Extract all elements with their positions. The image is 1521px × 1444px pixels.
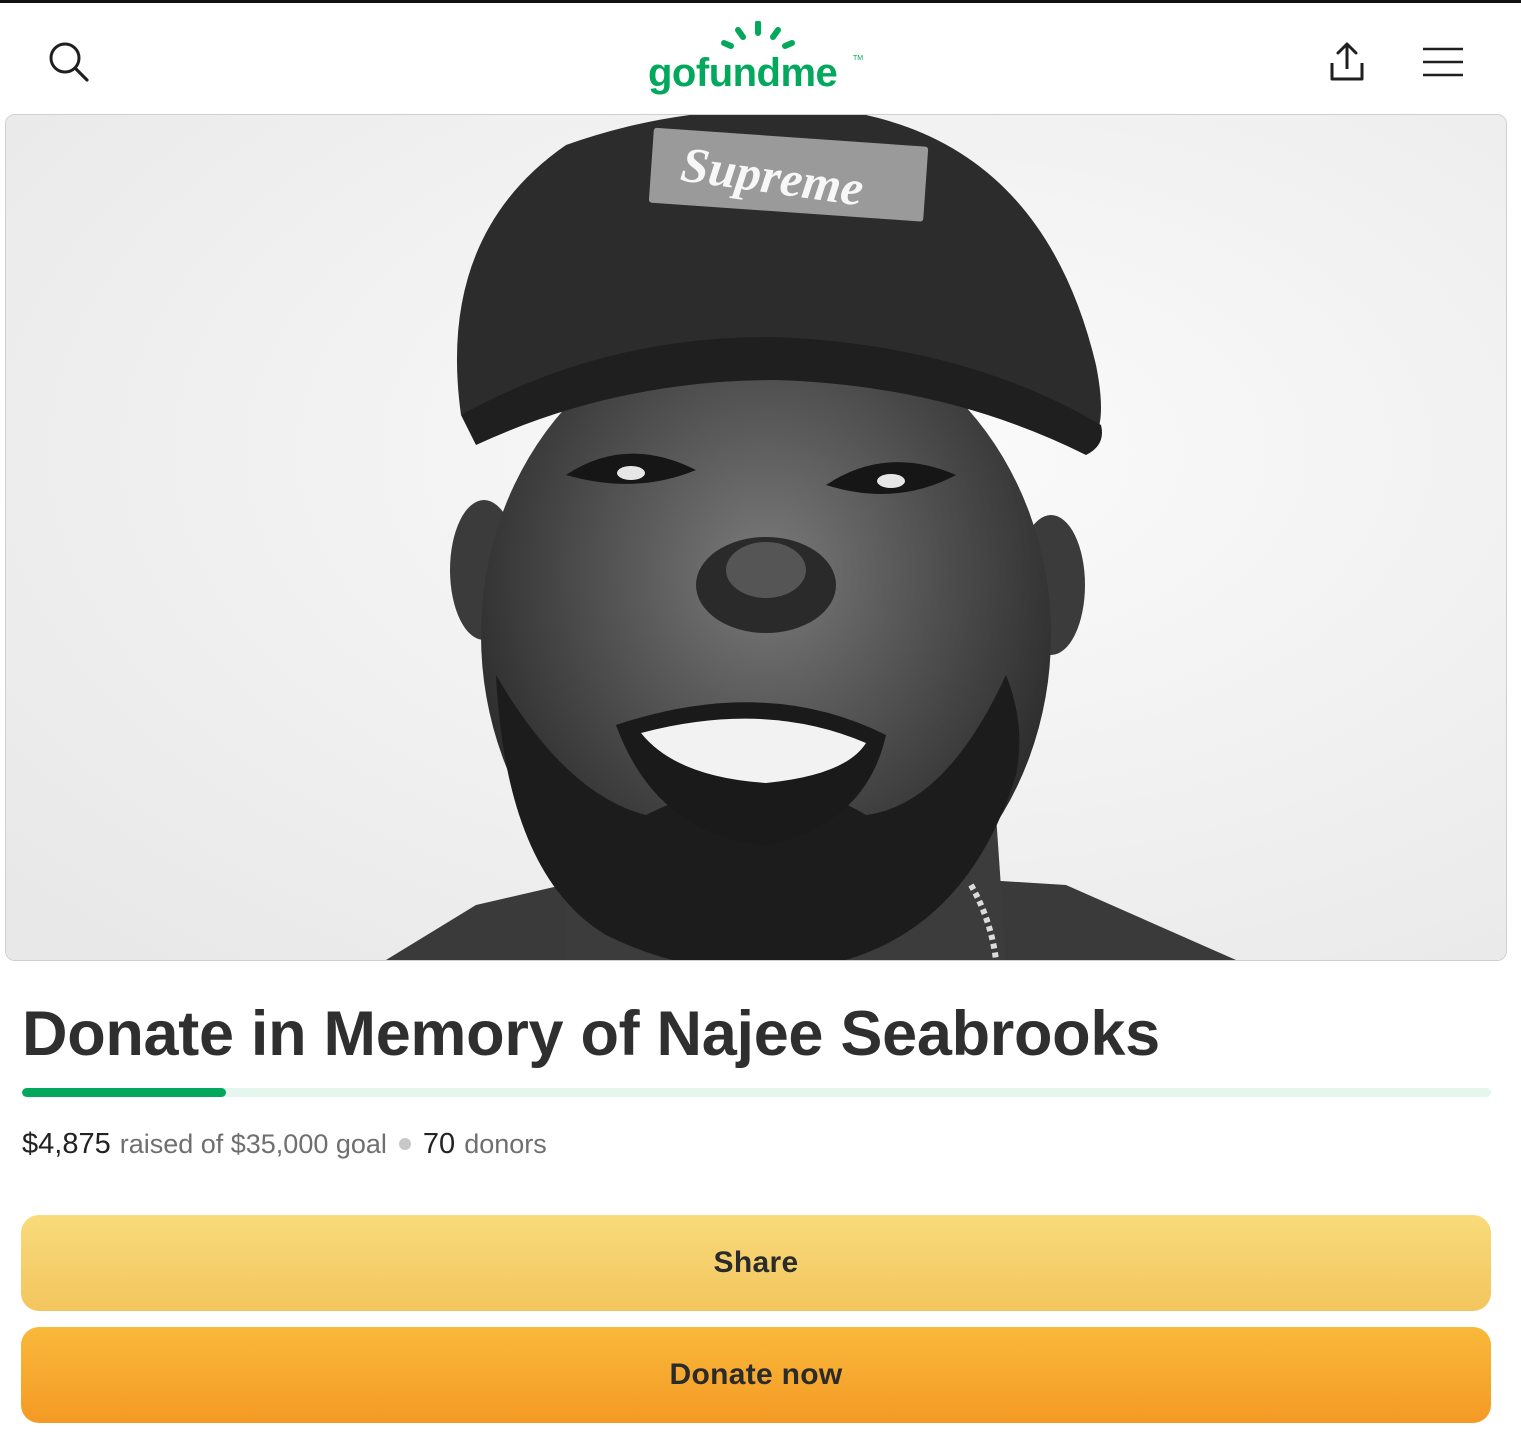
donor-label[interactable]: donors (464, 1129, 547, 1160)
fundraising-stats: $4,875 raised of $35,000 goal 70 donors (22, 1124, 547, 1164)
progress-bar (22, 1088, 1491, 1097)
hamburger-menu-icon (1423, 47, 1463, 77)
share-button[interactable]: Share (21, 1215, 1491, 1311)
campaign-hero-image: Supreme (5, 114, 1507, 961)
menu-button[interactable] (1414, 33, 1472, 91)
share-upload-icon (1330, 42, 1364, 81)
logo-trademark: TM (853, 55, 864, 62)
gofundme-logo[interactable]: gofundme TM (648, 21, 868, 101)
donate-now-button[interactable]: Donate now (21, 1327, 1491, 1423)
raised-goal-label: raised of $35,000 goal (119, 1128, 387, 1159)
search-button[interactable] (40, 33, 98, 91)
header-share-button[interactable] (1318, 33, 1376, 91)
site-header: gofundme TM (0, 3, 1521, 113)
logo-sun-icon (721, 21, 795, 49)
donor-count[interactable]: 70 (423, 1128, 455, 1161)
portrait-illustration: Supreme (6, 115, 1506, 960)
campaign-title: Donate in Memory of Najee Seabrooks (22, 999, 1160, 1069)
progress-bar-fill (22, 1088, 227, 1097)
separator-dot (398, 1138, 411, 1150)
page: gofundme TM Supreme Donate in Memory of … (0, 0, 1521, 1444)
logo-wordmark: gofundme (648, 51, 838, 95)
search-icon (49, 42, 89, 82)
raised-amount: $4,875 (22, 1127, 111, 1160)
